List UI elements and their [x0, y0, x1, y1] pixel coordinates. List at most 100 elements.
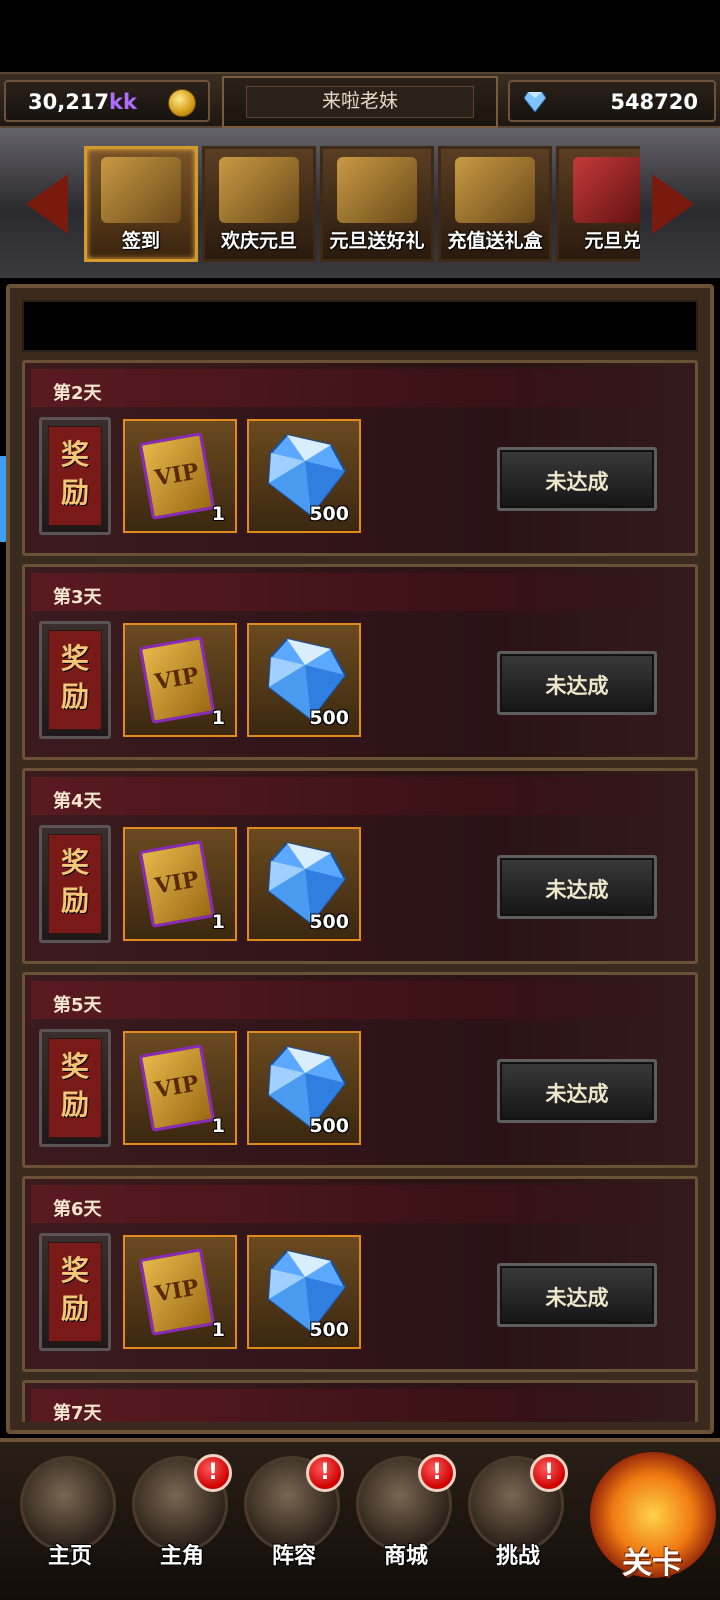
scroll-checklist-icon: [101, 157, 181, 223]
vip-card-item[interactable]: VIP 1: [123, 1235, 237, 1349]
reward-row: 第5天 奖励 VIP 1 500 未达成: [22, 972, 698, 1168]
alert-badge-icon: !: [306, 1454, 344, 1492]
reward-tag-text: 奖励: [60, 1254, 89, 1325]
vip-card-item[interactable]: VIP 1: [123, 419, 237, 533]
reward-tag-text: 奖励: [60, 846, 89, 917]
ticket-icon: [337, 157, 417, 223]
vip-card-icon: VIP: [138, 432, 216, 520]
nav-item[interactable]: ! 阵容: [238, 1450, 350, 1572]
claim-status-label: 未达成: [545, 470, 609, 494]
diamond-amount: 548720: [610, 90, 698, 114]
tab-new-year-celebration[interactable]: 欢庆元旦: [202, 146, 316, 262]
scroll-left-arrow-icon[interactable]: [26, 174, 68, 234]
diamond-counter[interactable]: 548720: [508, 80, 716, 122]
diamond-item[interactable]: 500: [247, 419, 361, 533]
reward-row: 第4天 奖励 VIP 1 500 未达成: [22, 768, 698, 964]
tab-label: 充值送礼盒: [447, 230, 543, 252]
claim-status-button[interactable]: 未达成: [497, 855, 657, 919]
tab-label: 欢庆元旦: [220, 230, 297, 252]
nav-item[interactable]: ! 商城: [350, 1450, 462, 1572]
reward-tag-text: 奖励: [60, 642, 89, 713]
vip-card-item[interactable]: VIP 1: [123, 1031, 237, 1145]
vip-card-quantity: 1: [211, 503, 225, 525]
diamond-icon: [524, 92, 546, 112]
reward-list[interactable]: 第2天 奖励 VIP 1 500 未达成 第3天 奖 励 VIP 1 500 未…: [22, 360, 698, 1422]
gold-coin-icon: [168, 89, 196, 117]
diamond-quantity: 500: [309, 707, 349, 729]
claim-status-button[interactable]: 未达成: [497, 1059, 657, 1123]
reward-tag: 奖励: [39, 1233, 111, 1351]
tab-recharge-gift-box[interactable]: 充值送礼盒: [438, 146, 552, 262]
claim-status-label: 未达成: [545, 878, 609, 902]
row-header: 第2天: [31, 369, 661, 407]
gold-counter[interactable]: 30,217kk: [4, 80, 210, 122]
day-label: 第4天: [53, 791, 102, 812]
reward-row: 第2天 奖励 VIP 1 500 未达成: [22, 360, 698, 556]
day-label: 第2天: [53, 383, 102, 404]
event-tabs: 签到 欢庆元旦 元旦送好礼 充值送礼盒 元旦兑: [84, 146, 640, 262]
tab-new-year-exchange[interactable]: 元旦兑: [556, 146, 640, 262]
nav-item[interactable]: ! 挑战: [462, 1450, 574, 1572]
nav-item[interactable]: 主页: [14, 1450, 126, 1572]
reward-tag: 奖励: [39, 417, 111, 535]
row-header: 第5天: [31, 981, 661, 1019]
player-name: 来啦老妹: [321, 90, 398, 112]
claim-status-label: 未达成: [545, 1286, 609, 1310]
day-label: 第3天: [53, 587, 102, 608]
vip-card-icon: VIP: [138, 636, 216, 724]
diamond-quantity: 500: [309, 911, 349, 933]
nav-label: 主页: [47, 1544, 92, 1569]
gold-amount: 30,217kk: [28, 90, 137, 114]
tab-label: 元旦送好礼: [329, 230, 425, 252]
reward-tag: 奖励: [39, 825, 111, 943]
vip-card-item[interactable]: VIP 1: [123, 827, 237, 941]
scroll-quill-icon: [219, 157, 299, 223]
nav-label: 阵容: [271, 1544, 316, 1569]
player-name-plate: 来啦老妹: [222, 76, 498, 128]
reward-row: 第7天: [22, 1380, 698, 1422]
top-resource-bar: 30,217kk 来啦老妹 548720: [0, 72, 720, 128]
claim-status-label: 未达成: [545, 674, 609, 698]
row-header: 第7天: [31, 1389, 661, 1422]
diamond-item[interactable]: 500: [247, 1031, 361, 1145]
vip-card-item[interactable]: VIP 1: [123, 623, 237, 737]
diamond-item[interactable]: 500: [247, 827, 361, 941]
scroll-right-arrow-icon[interactable]: [652, 174, 694, 234]
tab-label: 元旦兑: [584, 230, 640, 252]
treasure-chest-icon: [455, 157, 535, 223]
nav-label: 挑战: [495, 1544, 540, 1569]
stage-button[interactable]: 关卡: [584, 1442, 720, 1600]
day-label: 第6天: [53, 1199, 102, 1220]
reward-row: 第3天 奖励 VIP 1 500 未达成: [22, 564, 698, 760]
day-label: 第7天: [53, 1403, 102, 1422]
reward-tag-text: 奖励: [60, 1050, 89, 1121]
diamond-item[interactable]: 500: [247, 1235, 361, 1349]
alert-badge-icon: !: [194, 1454, 232, 1492]
claim-status-button[interactable]: 未达成: [497, 447, 657, 511]
bottom-navigation: 关卡 主页! 主角! 阵容 ! 商城! 挑战: [0, 1438, 720, 1600]
diamond-quantity: 500: [309, 503, 349, 525]
vip-card-icon: VIP: [138, 1044, 216, 1132]
event-tab-strip: 签到 欢庆元旦 元旦送好礼 充值送礼盒 元旦兑: [0, 128, 720, 278]
stage-label: 关卡: [622, 1546, 682, 1581]
reward-row: 第6天 奖励 VIP 1 500 未达成: [22, 1176, 698, 1372]
nav-label: 主角: [159, 1544, 204, 1569]
reward-tag: 奖励: [39, 621, 111, 739]
diamond-quantity: 500: [309, 1115, 349, 1137]
reward-tag-text: 奖励: [60, 438, 89, 509]
claim-status-button[interactable]: 未达成: [497, 1263, 657, 1327]
reward-tag: 奖励: [39, 1029, 111, 1147]
tab-label: 签到: [121, 230, 160, 252]
claim-status-button[interactable]: 未达成: [497, 651, 657, 715]
diamond-item[interactable]: 500: [247, 623, 361, 737]
vip-card-quantity: 1: [211, 707, 225, 729]
vip-card-quantity: 1: [211, 911, 225, 933]
tab-new-year-gifts[interactable]: 元旦送好礼: [320, 146, 434, 262]
nav-item[interactable]: ! 主角: [126, 1450, 238, 1572]
nav-label: 商城: [383, 1544, 428, 1569]
sign-in-panel: 第2天 奖励 VIP 1 500 未达成 第3天 奖 励 VIP 1 500 未…: [6, 284, 714, 1434]
vip-card-icon: VIP: [138, 840, 216, 928]
row-header: 第3天: [31, 573, 661, 611]
diamond-quantity: 500: [309, 1319, 349, 1341]
tab-sign-in[interactable]: 签到: [84, 146, 198, 262]
